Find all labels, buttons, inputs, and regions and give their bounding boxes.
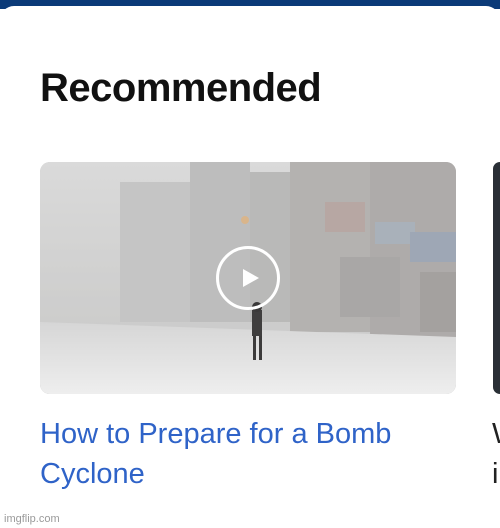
section-title: Recommended: [40, 66, 322, 110]
watermark: imgflip.com: [4, 513, 60, 525]
video-card[interactable]: How to Prepare for a Bomb Cyclone: [40, 162, 456, 494]
play-icon: [242, 269, 259, 287]
next-video-title-line2: i: [492, 458, 499, 490]
next-video-title-line1: W: [492, 414, 500, 454]
play-button[interactable]: [216, 246, 280, 310]
next-video-thumbnail[interactable]: [493, 162, 500, 394]
video-title-link[interactable]: How to Prepare for a Bomb Cyclone: [40, 414, 456, 494]
next-video-title[interactable]: W i: [492, 414, 500, 494]
video-thumbnail[interactable]: [40, 162, 456, 394]
